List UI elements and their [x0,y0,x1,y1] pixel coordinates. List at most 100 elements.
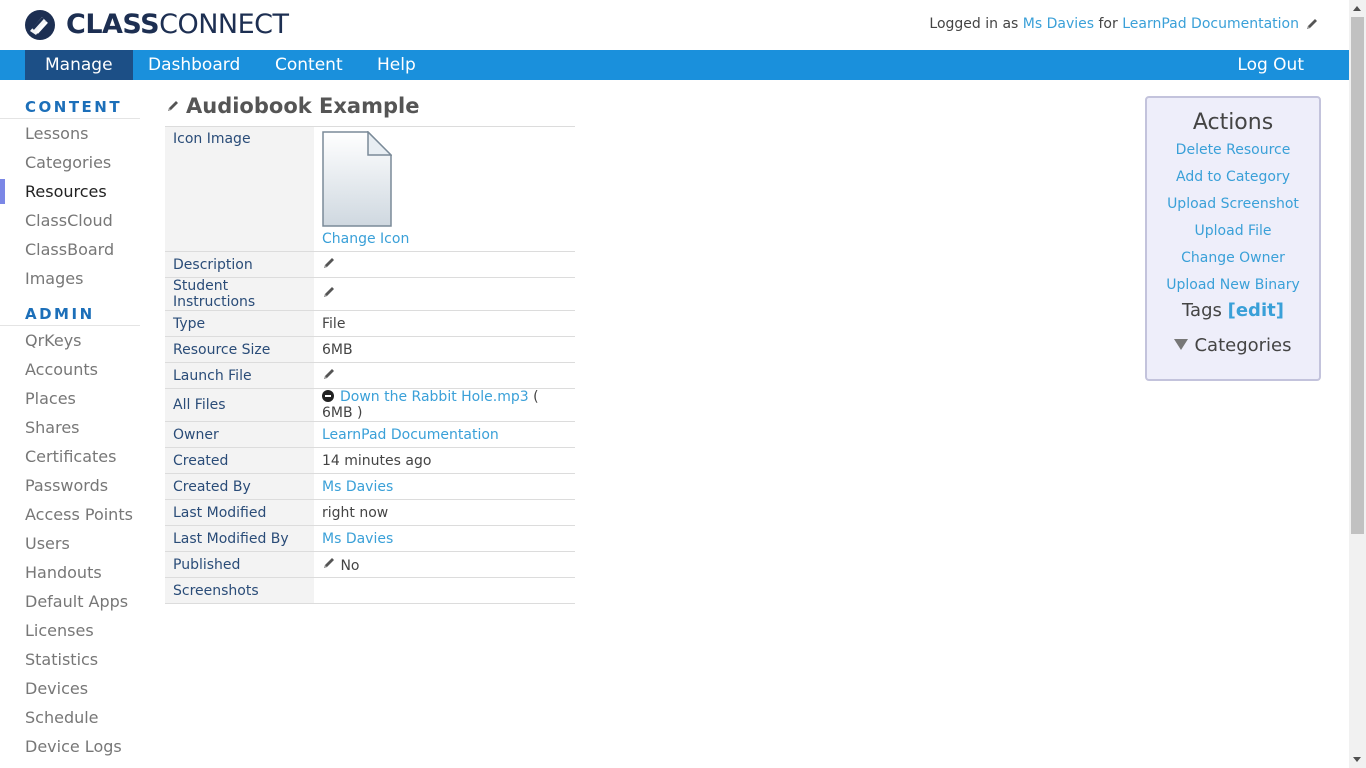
sidebar-item-handouts[interactable]: Handouts [0,558,140,587]
tags-label: Tags [1182,300,1222,321]
page-title: Audiobook Example [186,94,420,118]
row-label: Last Modified By [165,525,314,552]
table-row: Last Modified By Ms Davies [165,525,575,552]
scroll-down-arrow-icon[interactable] [1353,757,1361,762]
row-label: Published [165,551,314,578]
upload-file-link[interactable]: Upload File [1147,218,1319,245]
row-label: Screenshots [165,577,314,604]
sidebar-item-access-points[interactable]: Access Points [0,500,140,529]
edit-tags-link[interactable]: [edit] [1228,300,1284,321]
sidebar-item-users[interactable]: Users [0,529,140,558]
actions-panel: Actions Delete Resource Add to Category … [1145,96,1321,381]
logout-button[interactable]: Log Out [1237,50,1304,80]
row-label: Last Modified [165,499,314,526]
pencil-icon[interactable] [322,285,336,299]
sidebar-item-passwords[interactable]: Passwords [0,471,140,500]
change-icon-link[interactable]: Change Icon [322,231,409,247]
categories-toggle[interactable]: Categories [1147,335,1319,356]
row-label: Type [165,310,314,337]
published-value: No [314,551,575,578]
created-value: 14 minutes ago [314,447,575,474]
add-to-category-link[interactable]: Add to Category [1147,164,1319,191]
app-header: CLASSCONNECT Logged in as Ms Davies for … [0,0,1349,50]
table-row: Published No [165,551,575,578]
sidebar-item-licenses[interactable]: Licenses [0,616,140,645]
nav-manage[interactable]: Manage [25,50,133,80]
row-label: Resource Size [165,336,314,363]
row-label: Student Instructions [165,277,314,311]
icon-cell: Change Icon [314,126,575,252]
table-row: Screenshots [165,577,575,604]
icon-preview [322,127,567,231]
file-link[interactable]: Down the Rabbit Hole.mp3 [340,389,529,405]
sidebar-item-default-apps[interactable]: Default Apps [0,587,140,616]
sidebar-item-resources[interactable]: Resources [0,177,140,206]
row-label: Description [165,251,314,278]
sidebar-item-places[interactable]: Places [0,384,140,413]
brand-logo[interactable]: CLASSCONNECT [24,8,289,42]
row-label: All Files [165,388,314,422]
vertical-scrollbar[interactable] [1349,0,1366,768]
row-label: Launch File [165,362,314,389]
sidebar-item-lessons[interactable]: Lessons [0,119,140,148]
sidebar-heading-admin: ADMIN [0,303,140,326]
delete-resource-link[interactable]: Delete Resource [1147,137,1319,164]
pencil-icon[interactable] [166,99,180,113]
nav-dashboard[interactable]: Dashboard [128,50,260,80]
login-status: Logged in as Ms Davies for LearnPad Docu… [929,16,1319,32]
classconnect-logo-icon [25,10,55,40]
tags-section: Tags [edit] [1147,300,1319,321]
current-user-link[interactable]: Ms Davies [1023,16,1094,32]
login-prefix: Logged in as [929,16,1023,32]
change-owner-link[interactable]: Change Owner [1147,245,1319,272]
owner-link[interactable]: LearnPad Documentation [322,427,499,443]
scroll-up-arrow-icon[interactable] [1353,6,1361,11]
nav-help[interactable]: Help [357,50,436,80]
last-modified-value: right now [314,499,575,526]
sidebar-item-qrkeys[interactable]: QrKeys [0,326,140,355]
sidebar-item-device-logs[interactable]: Device Logs [0,732,140,761]
sidebar: CONTENT Lessons Categories Resources Cla… [0,96,140,761]
blank-file-icon [322,130,393,227]
organisation-link[interactable]: LearnPad Documentation [1122,16,1299,32]
triangle-down-icon [1174,339,1189,350]
table-row: Type File [165,310,575,337]
sidebar-item-statistics[interactable]: Statistics [0,645,140,674]
sidebar-item-classcloud[interactable]: ClassCloud [0,206,140,235]
created-by-link[interactable]: Ms Davies [322,479,393,495]
row-label: Created By [165,473,314,500]
sidebar-item-certificates[interactable]: Certificates [0,442,140,471]
upload-screenshot-link[interactable]: Upload Screenshot [1147,191,1319,218]
pencil-icon[interactable] [322,256,336,270]
table-row: Student Instructions [165,277,575,311]
sidebar-item-categories[interactable]: Categories [0,148,140,177]
resource-properties-table: Icon Image Change Icon Description Stude… [165,126,575,604]
categories-label: Categories [1194,335,1292,356]
nav-content[interactable]: Content [255,50,363,80]
table-row: Icon Image Change Icon [165,126,575,252]
sidebar-item-images[interactable]: Images [0,264,140,293]
actions-heading: Actions [1192,110,1274,135]
last-modified-by-link[interactable]: Ms Davies [322,531,393,547]
scroll-thumb[interactable] [1351,17,1364,534]
table-row: Resource Size 6MB [165,336,575,363]
student-instructions-value [314,277,575,311]
created-by-value: Ms Davies [314,473,575,500]
sidebar-item-classboard[interactable]: ClassBoard [0,235,140,264]
table-row: Owner LearnPad Documentation [165,421,575,448]
screenshots-value [314,577,575,604]
upload-new-binary-link[interactable]: Upload New Binary [1147,272,1319,299]
sidebar-item-accounts[interactable]: Accounts [0,355,140,384]
sidebar-item-shares[interactable]: Shares [0,413,140,442]
brand-name: CLASSCONNECT [66,9,289,41]
sidebar-item-schedule[interactable]: Schedule [0,703,140,732]
minus-circle-icon[interactable] [322,390,334,402]
sidebar-item-devices[interactable]: Devices [0,674,140,703]
row-label: Created [165,447,314,474]
pencil-icon[interactable] [322,367,336,381]
pencil-icon[interactable] [322,556,336,570]
type-value: File [314,310,575,337]
sidebar-heading-content: CONTENT [0,96,140,119]
pencil-icon[interactable] [1305,17,1319,31]
